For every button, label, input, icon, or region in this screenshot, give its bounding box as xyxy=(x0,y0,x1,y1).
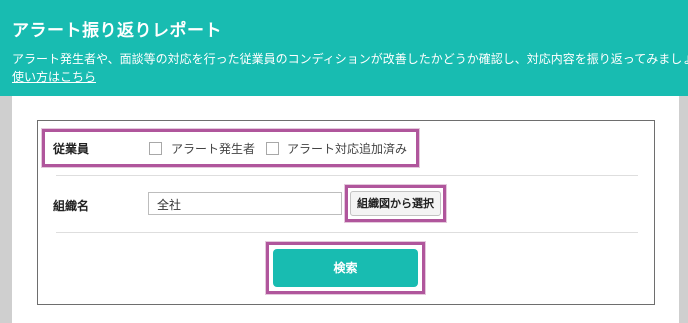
left-gutter xyxy=(0,96,12,323)
help-link[interactable]: 使い方はこちら xyxy=(12,68,96,85)
checkbox-alert-handled[interactable] xyxy=(266,142,279,155)
select-from-org-chart-button[interactable]: 組織図から選択 xyxy=(350,191,441,216)
checkbox-alert-handled-label[interactable]: アラート対応追加済み xyxy=(287,140,407,157)
organization-label: 組織名 xyxy=(53,199,90,213)
organization-input[interactable]: 全社 xyxy=(148,192,342,215)
row-divider xyxy=(56,232,638,233)
right-gutter xyxy=(679,96,688,323)
employee-label: 従業員 xyxy=(53,142,90,156)
row-divider xyxy=(56,175,638,176)
search-button[interactable]: 検索 xyxy=(273,249,418,287)
checkbox-alert-issuer[interactable] xyxy=(149,142,162,155)
checkbox-alert-issuer-label[interactable]: アラート発生者 xyxy=(171,140,255,157)
page-title: アラート振り返りレポート xyxy=(12,21,222,41)
page-description: アラート発生者や、面談等の対応を行った従業員のコンディションが改善したかどうか確… xyxy=(12,52,688,66)
